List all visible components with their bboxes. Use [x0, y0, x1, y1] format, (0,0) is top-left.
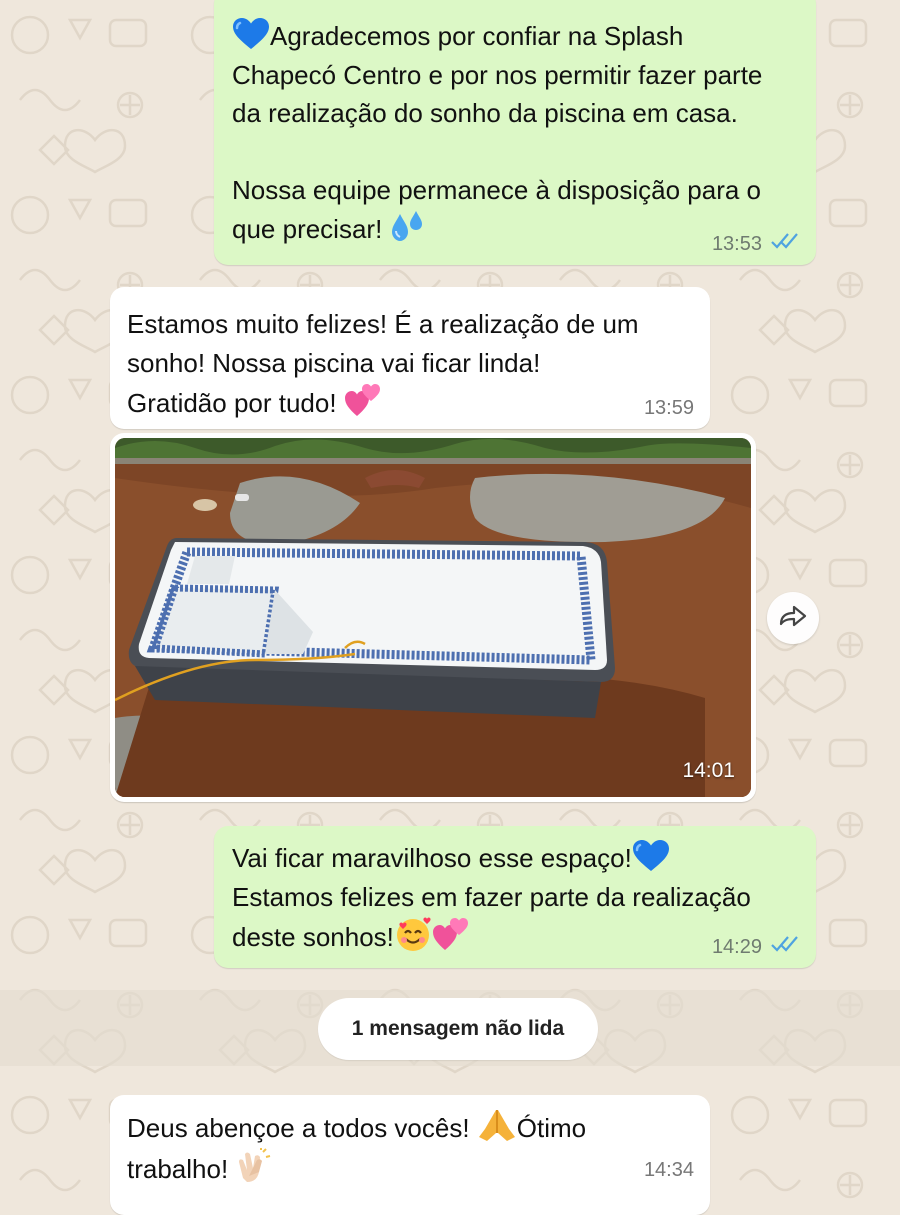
double-check-icon [770, 935, 800, 958]
sweat-droplets-icon [390, 210, 426, 244]
message-time: 14:01 [682, 759, 735, 782]
folded-hands-icon [477, 1110, 517, 1143]
message-bubble-outgoing[interactable]: Vai ficar maravilhoso esse espaço! Estam… [214, 826, 816, 968]
blue-heart-icon [232, 18, 270, 51]
unread-messages-label: 1 mensagem não lida [351, 1017, 565, 1040]
two-hearts-icon [432, 918, 470, 952]
unread-messages-badge: 1 mensagem não lida [318, 998, 598, 1060]
image-message[interactable]: 14:01 [110, 433, 756, 802]
two-hearts-icon [344, 384, 382, 418]
message-time: 13:53 [711, 232, 762, 255]
clapping-hands-icon [235, 1147, 271, 1184]
message-time: 13:59 [643, 397, 694, 419]
pool-installation-image [115, 438, 751, 797]
blue-heart-icon [632, 840, 670, 873]
message-meta: 13:59 [644, 397, 694, 419]
smiling-face-with-hearts-icon [394, 917, 432, 952]
message-bubble-outgoing[interactable]: Agradecemos por confiar na Splash Chapec… [214, 0, 816, 265]
message-text: Deus abençoe a todos vocês! Ótimo trabal… [127, 1107, 692, 1188]
forward-button[interactable] [767, 592, 819, 644]
message-time: 14:34 [643, 1159, 694, 1181]
forward-icon [778, 604, 808, 633]
message-bubble-incoming[interactable]: Estamos muito felizes! É a realização de… [110, 287, 710, 429]
message-time: 14:29 [711, 935, 762, 958]
message-meta: 14:29 [712, 935, 800, 958]
message-text: Estamos muito felizes! É a realização de… [127, 309, 639, 418]
pool-photo[interactable]: 14:01 [115, 438, 751, 797]
message-meta: 14:34 [644, 1159, 694, 1181]
message-bubble-incoming[interactable]: Deus abençoe a todos vocês! Ótimo trabal… [110, 1095, 710, 1215]
double-check-icon [770, 232, 800, 255]
message-text: Agradecemos por confiar na Splash Chapec… [232, 17, 796, 248]
message-meta: 13:53 [712, 232, 800, 255]
